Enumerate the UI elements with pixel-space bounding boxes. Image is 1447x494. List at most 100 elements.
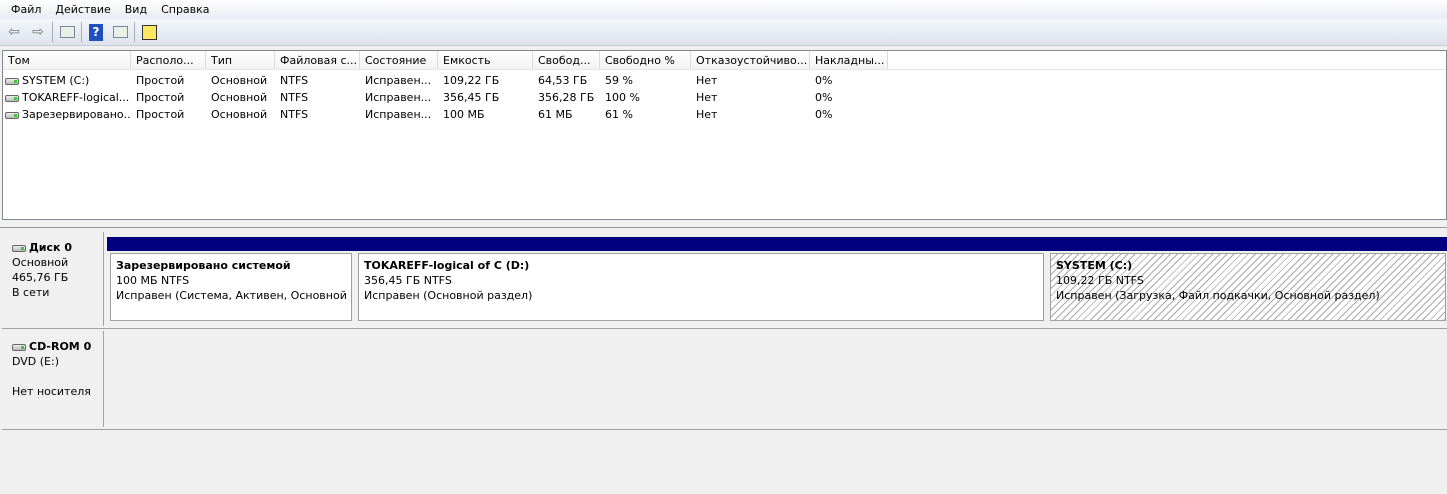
partition-bar	[1047, 237, 1447, 251]
disk-0-label[interactable]: Диск 0 Основной 465,76 ГБ В сети	[4, 232, 104, 326]
partition-d[interactable]: TOKAREFF-logical of C (D:) 356,45 ГБ NTFS…	[355, 237, 1047, 324]
partition-size: 109,22 ГБ NTFS	[1056, 274, 1144, 287]
cell-text: 61 МБ	[538, 108, 573, 121]
cell-text: Простой	[136, 108, 185, 121]
volume-list: Том Располо... Тип Файловая с... Состояние Ем…	[2, 50, 1447, 220]
cell-text: 100 МБ	[443, 108, 485, 121]
cdrom-name: CD-ROM 0	[29, 340, 92, 353]
column-header[interactable]: Файловая с...	[275, 51, 360, 69]
cell-text: Основной	[211, 74, 268, 87]
table-cell: Зарезервировано...	[3, 108, 131, 121]
table-cell: 59 %	[600, 74, 691, 87]
table-cell: SYSTEM (C:)	[3, 74, 131, 87]
cdrom-status: Нет носителя	[12, 385, 91, 398]
separator	[134, 22, 135, 42]
column-header[interactable]: Том	[3, 51, 131, 69]
forward-icon[interactable]: ⇨	[28, 22, 48, 42]
table-cell: Основной	[206, 108, 275, 121]
column-header[interactable]: Свободно %	[600, 51, 691, 69]
cell-text: Основной	[211, 108, 268, 121]
cell-text: 356,45 ГБ	[443, 91, 500, 104]
disk-type: Основной	[12, 256, 69, 269]
pane-splitter[interactable]	[0, 220, 1447, 228]
cell-text: 59 %	[605, 74, 633, 87]
cell-text: Исправен...	[365, 108, 432, 121]
partition-size: 356,45 ГБ NTFS	[364, 274, 452, 287]
table-cell: NTFS	[275, 91, 360, 104]
volume-icon	[5, 94, 19, 102]
cell-text: 61 %	[605, 108, 633, 121]
table-row[interactable]: SYSTEM (C:) Простой Основной NTFS Исправен..…	[3, 72, 1446, 89]
partition-title: SYSTEM (C:)	[1056, 259, 1133, 272]
menu-bar: Файл Действие Вид Справка	[0, 0, 1447, 19]
cdrom-drive: DVD (E:)	[12, 355, 60, 368]
column-header[interactable]: Располо...	[131, 51, 206, 69]
table-cell: Простой	[131, 108, 206, 121]
disk-row-0: Диск 0 Основной 465,76 ГБ В сети Зарезер…	[2, 230, 1447, 329]
cell-text: NTFS	[280, 91, 309, 104]
table-cell: Исправен...	[360, 91, 438, 104]
menu-help[interactable]: Справка	[154, 3, 216, 16]
properties-icon[interactable]	[139, 22, 159, 42]
column-header[interactable]: Свобод...	[533, 51, 600, 69]
partition-status: Исправен (Основной раздел)	[364, 289, 533, 302]
cdrom-label[interactable]: CD-ROM 0 DVD (E:) Нет носителя	[4, 331, 104, 427]
table-cell: 0%	[810, 108, 888, 121]
column-header[interactable]: Состояние	[360, 51, 438, 69]
cell-text: Исправен...	[365, 74, 432, 87]
cell-text: Исправен...	[365, 91, 432, 104]
column-header[interactable]: Отказоустойчиво...	[691, 51, 810, 69]
partition-size: 100 МБ NTFS	[116, 274, 190, 287]
cell-text: Нет	[696, 74, 718, 87]
cell-text: Нет	[696, 91, 718, 104]
table-cell: TOKAREFF-logical...	[3, 91, 131, 104]
table-cell: Основной	[206, 74, 275, 87]
table-cell: 109,22 ГБ	[438, 74, 533, 87]
partition-bar	[355, 237, 1047, 251]
cell-text: 0%	[815, 74, 833, 87]
separator	[52, 22, 53, 42]
disk-icon	[12, 244, 26, 252]
partition-status: Исправен (Загрузка, Файл подкачки, Основ…	[1056, 289, 1380, 302]
partition-reserved[interactable]: Зарезервировано системой 100 МБ NTFS Испра…	[107, 237, 355, 324]
cell-text: Нет	[696, 108, 718, 121]
help-icon[interactable]: ?	[86, 22, 106, 42]
disk-status: В сети	[12, 286, 50, 299]
disk-size: 465,76 ГБ	[12, 271, 69, 284]
partition-c[interactable]: SYSTEM (C:) 109,22 ГБ NTFS Исправен (Загру…	[1047, 237, 1447, 324]
menu-view[interactable]: Вид	[118, 3, 154, 16]
cell-text: 64,53 ГБ	[538, 74, 588, 87]
partition-status: Исправен (Система, Активен, Основной раз…	[116, 289, 351, 302]
cell-text: Зарезервировано...	[22, 108, 131, 121]
table-cell: 0%	[810, 91, 888, 104]
back-icon[interactable]: ⇦	[4, 22, 24, 42]
column-header[interactable]: Тип	[206, 51, 275, 69]
column-header[interactable]: Накладны...	[810, 51, 888, 69]
table-cell: Простой	[131, 74, 206, 87]
table-cell: NTFS	[275, 74, 360, 87]
cell-text: Основной	[211, 91, 268, 104]
cdrom-row: CD-ROM 0 DVD (E:) Нет носителя	[2, 329, 1447, 430]
show-action-pane-icon[interactable]	[110, 22, 130, 42]
table-cell: Простой	[131, 91, 206, 104]
disk-name: Диск 0	[29, 241, 72, 254]
menu-file[interactable]: Файл	[4, 3, 48, 16]
partition-title: Зарезервировано системой	[116, 259, 291, 272]
partition-title: TOKAREFF-logical of C (D:)	[364, 259, 530, 272]
separator	[81, 22, 82, 42]
cell-text: 0%	[815, 91, 833, 104]
cell-text: 356,28 ГБ	[538, 91, 595, 104]
show-hide-tree-icon[interactable]	[57, 22, 77, 42]
cell-text: NTFS	[280, 108, 309, 121]
column-header[interactable]: Емкость	[438, 51, 533, 69]
table-row[interactable]: TOKAREFF-logical... Простой Основной NTFS Ис…	[3, 89, 1446, 106]
table-cell: Исправен...	[360, 108, 438, 121]
table-cell: Нет	[691, 108, 810, 121]
cell-text: TOKAREFF-logical...	[22, 91, 130, 104]
table-row[interactable]: Зарезервировано... Простой Основной NTFS Исп…	[3, 106, 1446, 123]
table-cell: 64,53 ГБ	[533, 74, 600, 87]
menu-action[interactable]: Действие	[48, 3, 117, 16]
cell-text: SYSTEM (C:)	[22, 74, 90, 87]
table-cell: 61 МБ	[533, 108, 600, 121]
table-cell: 61 %	[600, 108, 691, 121]
